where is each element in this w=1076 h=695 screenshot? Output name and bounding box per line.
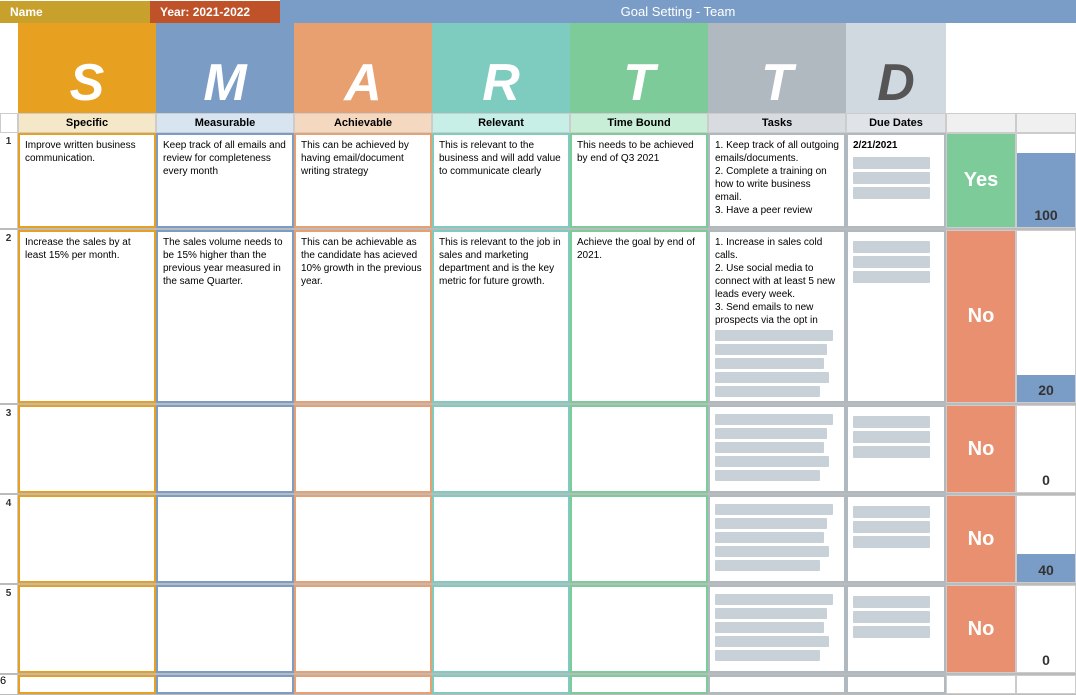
relevant-header: Relevant: [432, 113, 570, 133]
yesno-cell[interactable]: No: [946, 585, 1016, 673]
tasks-cell: 1. Keep track of all outgoing emails/doc…: [708, 133, 846, 228]
t2-letter: T: [761, 57, 793, 109]
yesno-cell[interactable]: No: [946, 495, 1016, 583]
specific-cell[interactable]: [18, 585, 156, 673]
score-cell: 0: [1016, 585, 1076, 673]
data-rows: 1 Improve written business communication…: [0, 133, 1076, 695]
duedates-header: Due Dates: [846, 113, 946, 133]
s-letter: S: [70, 57, 105, 109]
r-cell: R: [432, 23, 570, 113]
tasks-text: 1. Keep track of all outgoing emails/doc…: [715, 139, 839, 217]
m-cell: M: [156, 23, 294, 113]
column-headers: Specific Measurable Achievable Relevant …: [0, 113, 1076, 133]
yesno-cell[interactable]: No: [946, 405, 1016, 493]
t1-letter: T: [623, 57, 655, 109]
tasks-cell: [708, 405, 846, 493]
main-container: Name Year: 2021-2022 Goal Setting - Team…: [0, 0, 1076, 695]
table-row: 2 Increase the sales by at least 15% per…: [0, 230, 1076, 405]
row-number: 4: [0, 495, 18, 583]
specific-cell[interactable]: [18, 495, 156, 583]
relevant-cell[interactable]: This is relevant to the business and wil…: [432, 133, 570, 228]
page-title: Goal Setting - Team: [280, 0, 1076, 23]
header-row: Name Year: 2021-2022 Goal Setting - Team: [0, 0, 1076, 23]
t1-cell: T: [570, 23, 708, 113]
specific-cell[interactable]: Increase the sales by at least 15% per m…: [18, 230, 156, 403]
table-row: 1 Improve written business communication…: [0, 133, 1076, 230]
score-cell: 100: [1016, 133, 1076, 228]
row-number: 3: [0, 405, 18, 493]
yesno-cell[interactable]: Yes: [946, 133, 1016, 228]
d-letter: D: [877, 57, 915, 109]
tasks-text: 1. Increase in sales cold calls.2. Use s…: [715, 236, 839, 327]
duedates-cell: [846, 405, 946, 493]
table-row: 4 No 40: [0, 495, 1076, 585]
tasks-cell: [708, 585, 846, 673]
timebound-header: Time Bound: [570, 113, 708, 133]
timebound-cell[interactable]: Achieve the goal by end of 2021.: [570, 230, 708, 403]
timebound-cell[interactable]: [570, 405, 708, 493]
achievable-cell[interactable]: This can be achievable as the candidate …: [294, 230, 432, 403]
a-cell: A: [294, 23, 432, 113]
achievable-header: Achievable: [294, 113, 432, 133]
achievable-cell[interactable]: [294, 495, 432, 583]
measurable-cell[interactable]: [156, 585, 294, 673]
s-cell: S: [18, 23, 156, 113]
timebound-cell[interactable]: This needs to be achieved by end of Q3 2…: [570, 133, 708, 228]
measurable-cell[interactable]: [156, 495, 294, 583]
smart-letters-row: S M A R T T D: [0, 23, 1076, 113]
score-cell: 40: [1016, 495, 1076, 583]
measurable-cell[interactable]: Keep track of all emails and review for …: [156, 133, 294, 228]
score-cell: 0: [1016, 405, 1076, 493]
name-label: Name: [0, 1, 150, 23]
duedates-cell: 2/21/2021: [846, 133, 946, 228]
duedates-cell: [846, 230, 946, 403]
timebound-cell[interactable]: [570, 585, 708, 673]
measurable-cell[interactable]: [156, 405, 294, 493]
table-row: 3 No 0: [0, 405, 1076, 495]
yesno-cell[interactable]: No: [946, 230, 1016, 403]
duedates-cell: [846, 585, 946, 673]
t2-cell: T: [708, 23, 846, 113]
duedates-cell: [846, 495, 946, 583]
relevant-cell[interactable]: [432, 495, 570, 583]
specific-cell[interactable]: Improve written business communication.: [18, 133, 156, 228]
name-text: Name: [10, 5, 43, 19]
row-number: 5: [0, 585, 18, 673]
table-row: 5 No 0: [0, 585, 1076, 675]
score-cell: 20: [1016, 230, 1076, 403]
tasks-header: Tasks: [708, 113, 846, 133]
d-cell: D: [846, 23, 946, 113]
relevant-cell[interactable]: [432, 405, 570, 493]
partial-row: 6: [0, 675, 1076, 695]
achievable-cell[interactable]: [294, 405, 432, 493]
year-label: Year: 2021-2022: [150, 1, 280, 23]
measurable-cell[interactable]: The sales volume needs to be 15% higher …: [156, 230, 294, 403]
row-number: 1: [0, 133, 18, 228]
row-number: 2: [0, 230, 18, 403]
specific-cell[interactable]: [18, 405, 156, 493]
achievable-cell[interactable]: This can be achieved by having email/doc…: [294, 133, 432, 228]
tasks-cell: 1. Increase in sales cold calls.2. Use s…: [708, 230, 846, 403]
relevant-cell[interactable]: This is relevant to the job in sales and…: [432, 230, 570, 403]
relevant-cell[interactable]: [432, 585, 570, 673]
achievable-cell[interactable]: [294, 585, 432, 673]
tasks-cell: [708, 495, 846, 583]
timebound-cell[interactable]: [570, 495, 708, 583]
r-letter: R: [482, 57, 520, 109]
m-letter: M: [203, 57, 246, 109]
measurable-header: Measurable: [156, 113, 294, 133]
a-letter: A: [344, 57, 382, 109]
specific-header: Specific: [18, 113, 156, 133]
